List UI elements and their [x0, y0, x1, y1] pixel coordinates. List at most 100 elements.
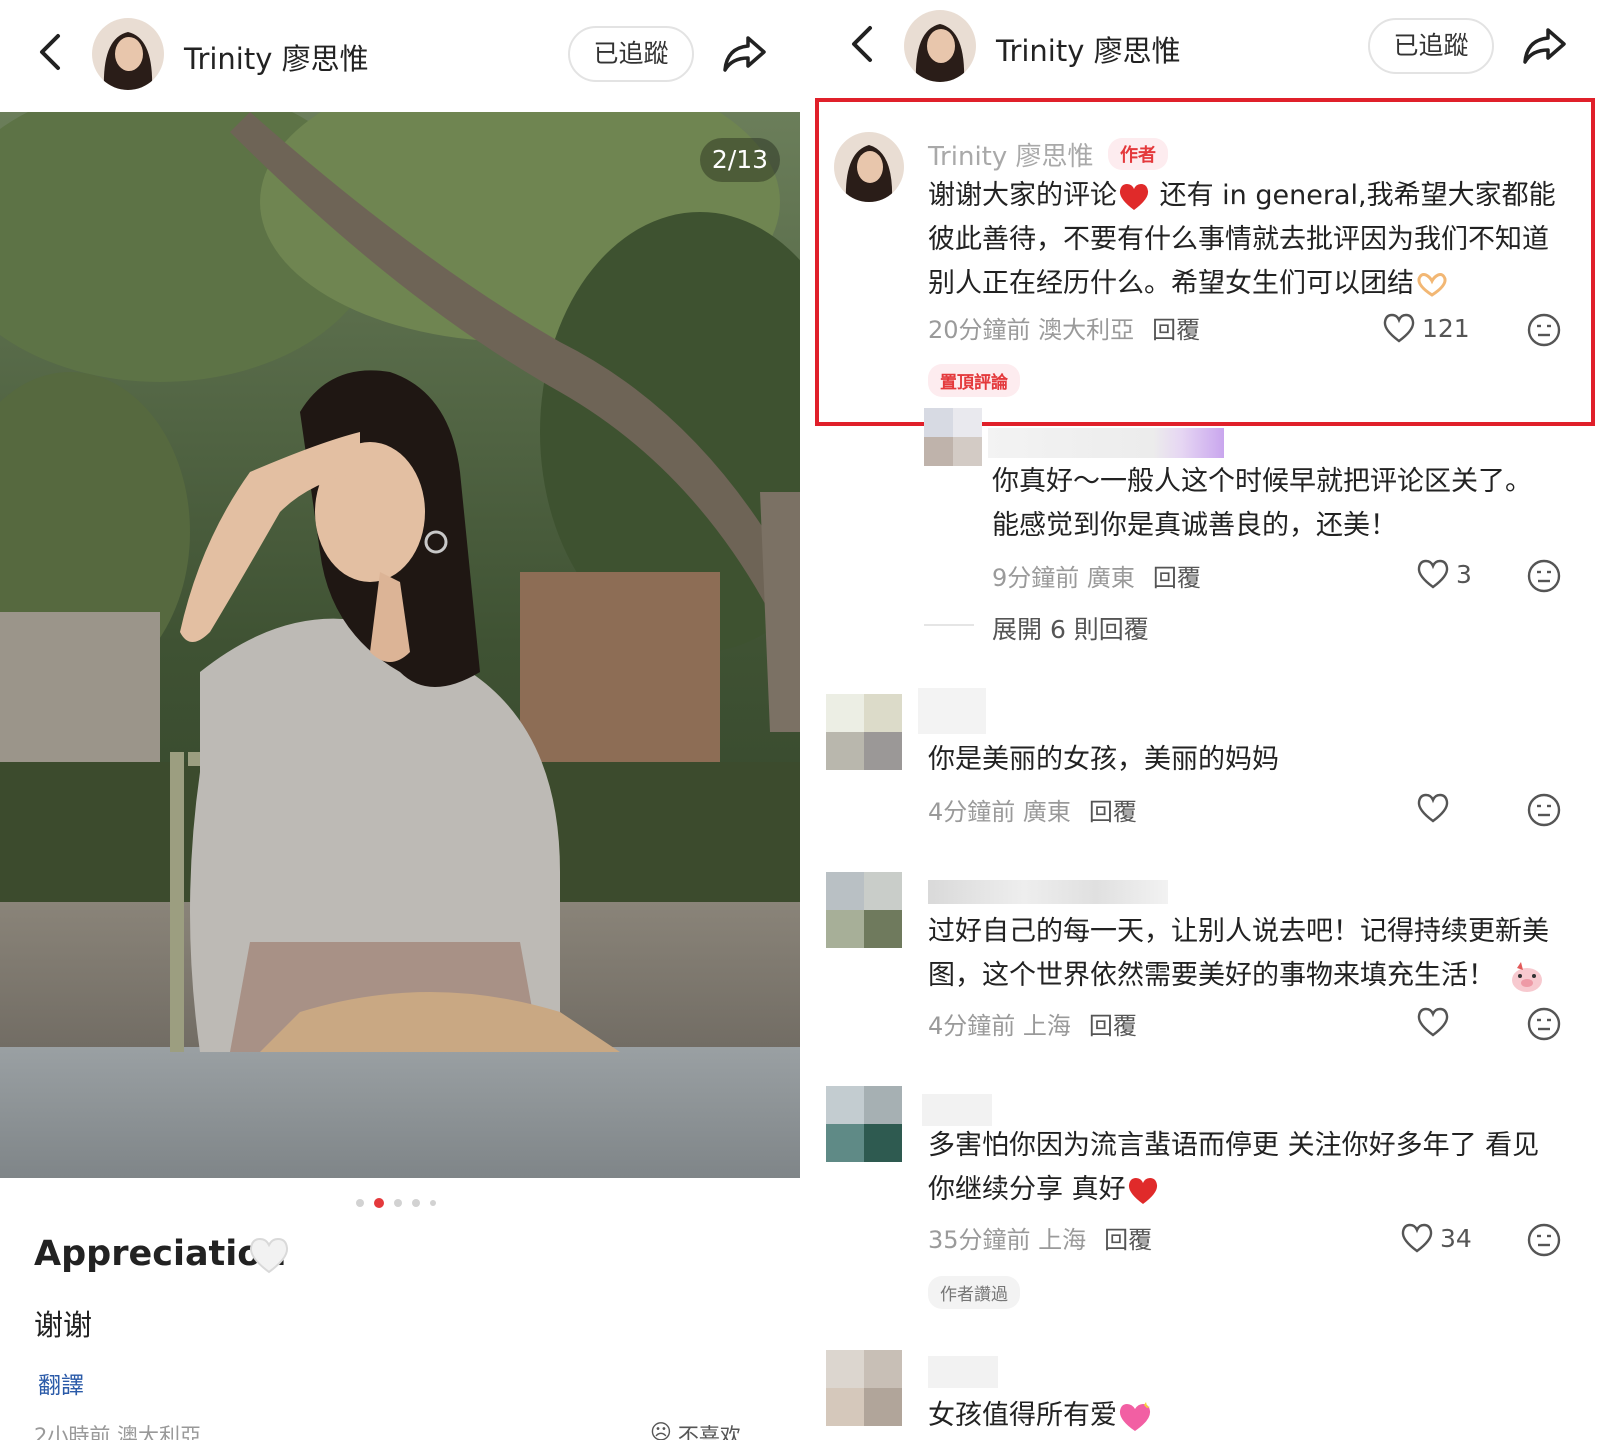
author-name[interactable]: Trinity 廖思惟 [184, 36, 369, 78]
avatar-pixelated[interactable] [826, 872, 902, 948]
comments-header: Trinity 廖思惟 已追蹤 [812, 0, 1600, 110]
comment-time: 35分鐘前 上海 [928, 1226, 1087, 1254]
comment-text-line: 过好自己的每一天，让别人说去吧！记得持续更新美 [928, 916, 1549, 947]
comment-text-line: 别人正在经历什么。希望女生们可以团结 [928, 268, 1414, 299]
like-button[interactable] [1416, 1006, 1450, 1038]
comment-text-line: 能感觉到你是真诚善良的，还美！ [992, 510, 1397, 541]
comment-meta: 35分鐘前 上海 回覆 [928, 1220, 1152, 1255]
comments-panel: Trinity 廖思惟 已追蹤 Trinity 廖思惟 作者 谢谢大家的评论 还… [812, 0, 1600, 1440]
post-body: 谢谢 [34, 1308, 93, 1342]
comment-meta: 4分鐘前 上海 回覆 [928, 1006, 1137, 1041]
comment-text-line: 谢谢大家的评论 [928, 180, 1117, 211]
post-header: Trinity 廖思惟 已追蹤 [0, 0, 800, 110]
share-icon[interactable] [1520, 24, 1568, 68]
comment-text: 别人正在经历什么。希望女生们可以团结 [928, 262, 1450, 306]
comment-meta: 9分鐘前 廣東 回覆 [992, 558, 1201, 593]
like-count: 121 [1422, 313, 1470, 343]
emoji-icon[interactable] [1526, 558, 1562, 594]
comment-text-line: 还有 in general,我希望大家都能 [1159, 180, 1556, 211]
comment-text-line: 多害怕你因为流言蜚语而停更 关注你好多年了 看见 [928, 1130, 1540, 1161]
username-blurred [928, 1356, 998, 1388]
avatar-pixelated[interactable] [826, 694, 902, 770]
heart-icon [1383, 313, 1415, 343]
username-blurred [928, 880, 1168, 904]
comment-text-line: 你真好～一般人这个时候早就把评论区关了。 [992, 466, 1532, 497]
avatar-pixelated[interactable] [826, 1350, 902, 1426]
like-count: 34 [1440, 1223, 1472, 1253]
share-icon[interactable] [720, 32, 768, 76]
comment-meta: 20分鐘前 澳大利亞 回覆 [928, 310, 1200, 345]
like-button[interactable]: 34 [1400, 1222, 1472, 1254]
carousel-dot [394, 1199, 402, 1207]
like-button[interactable]: 3 [1416, 558, 1472, 590]
comment-text-line: 彼此善待，不要有什么事情就去批评因为我们不知道 [928, 224, 1549, 255]
back-icon[interactable] [844, 22, 880, 66]
username-blurred [988, 428, 1224, 458]
expand-replies-button[interactable]: 展開 6 則回覆 [992, 610, 1149, 646]
heart-icon [1401, 1223, 1433, 1253]
emoji-icon[interactable] [1526, 1006, 1562, 1042]
heart-icon [1417, 793, 1449, 823]
carousel-dot [356, 1199, 364, 1207]
reply-button[interactable]: 回覆 [1089, 1012, 1137, 1040]
carousel-dot-active [374, 1198, 384, 1208]
post-meta: 2小時前 澳大利亞 [34, 1424, 202, 1440]
comment-time: 4分鐘前 廣東 [928, 798, 1071, 826]
pinned-comment-tag: 置頂評論 [928, 364, 1020, 397]
sparkle-heart-emoji [1119, 1401, 1151, 1431]
heart-red-emoji [1119, 183, 1149, 210]
avatar[interactable] [904, 10, 976, 82]
avatar[interactable] [92, 18, 164, 90]
reply-button[interactable]: 回覆 [1153, 564, 1201, 592]
translate-link[interactable]: 翻譯 [38, 1366, 84, 1400]
dislike-label: 不喜欢 [677, 1424, 741, 1440]
reply-button[interactable]: 回覆 [1089, 798, 1137, 826]
author-liked-tag: 作者讚過 [928, 1276, 1020, 1309]
expand-divider [924, 624, 974, 626]
carousel-dot [430, 1200, 436, 1206]
username-blurred [918, 688, 986, 734]
comment-text: 你继续分享 真好 [928, 1168, 1160, 1212]
comment-meta: 4分鐘前 廣東 回覆 [928, 792, 1137, 827]
avatar-pixelated[interactable] [924, 408, 982, 466]
author-name[interactable]: Trinity 廖思惟 [996, 28, 1181, 70]
comment-text: 女孩值得所有爱 [928, 1394, 1153, 1438]
heart-hands-emoji [1417, 272, 1447, 297]
photo-counter: 2/13 [700, 138, 780, 182]
heart-red-emoji [1128, 1177, 1157, 1204]
heart-icon [1417, 1007, 1449, 1037]
pig-emoji [1512, 961, 1542, 992]
comment-text-line: 你继续分享 真好 [928, 1174, 1126, 1205]
comment-text-line: 图，这个世界依然需要美好的事物来填充生活！ [928, 960, 1495, 991]
following-button[interactable]: 已追蹤 [568, 26, 694, 82]
like-button[interactable]: 121 [1382, 312, 1470, 344]
post-panel: Trinity 廖思惟 已追蹤 2/13 Appreciation 谢谢 翻譯 … [0, 0, 800, 1440]
heart-icon [1417, 559, 1449, 589]
like-count: 3 [1456, 559, 1472, 589]
like-button[interactable] [1416, 792, 1450, 824]
comment-time: 20分鐘前 澳大利亞 [928, 316, 1135, 344]
carousel-dots [356, 1198, 436, 1208]
emoji-icon[interactable] [1526, 312, 1562, 348]
heart-white-emoji [249, 1237, 289, 1274]
dislike-button[interactable]: ☹ 不喜欢 [650, 1420, 741, 1440]
back-icon[interactable] [32, 30, 68, 74]
author-tag: 作者 [1108, 138, 1168, 170]
avatar[interactable] [834, 132, 904, 202]
comment-author-name[interactable]: Trinity 廖思惟 [928, 136, 1094, 173]
avatar-pixelated[interactable] [826, 1086, 902, 1162]
carousel-dot [412, 1199, 420, 1207]
reply-button[interactable]: 回覆 [1104, 1226, 1152, 1254]
emoji-icon[interactable] [1526, 792, 1562, 828]
post-photo[interactable]: 2/13 [0, 112, 800, 1178]
comment-text: 谢谢大家的评论 还有 in general,我希望大家都能 [928, 174, 1556, 218]
emoji-icon[interactable] [1526, 1222, 1562, 1258]
comment-text-line: 女孩值得所有爱 [928, 1400, 1117, 1431]
emoji-icon: ☹ [650, 1420, 672, 1440]
comment-time: 4分鐘前 上海 [928, 1012, 1071, 1040]
reply-button[interactable]: 回覆 [1152, 316, 1200, 344]
comment-time: 9分鐘前 廣東 [992, 564, 1135, 592]
following-button[interactable]: 已追蹤 [1368, 18, 1494, 74]
username-blurred [922, 1094, 992, 1126]
comment-text: 图，这个世界依然需要美好的事物来填充生活！ [928, 954, 1545, 998]
